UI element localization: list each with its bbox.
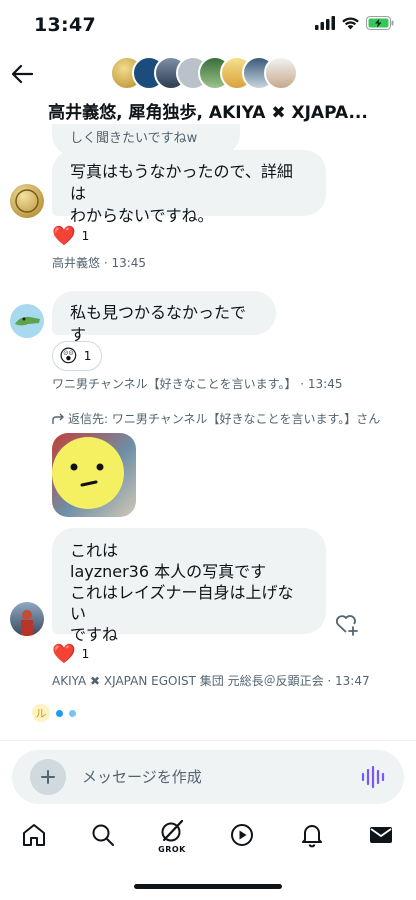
- typing-avatar: ル: [32, 704, 50, 722]
- wifi-icon: [342, 17, 359, 30]
- grok-label: GROK: [158, 845, 186, 854]
- status-time: 13:47: [34, 14, 96, 36]
- message-meta: ワニ男チャンネル【好きなことを言います。】 · 13:45: [52, 377, 343, 391]
- composer-area: [0, 740, 416, 812]
- person-photo-icon: [21, 610, 33, 636]
- add-media-button[interactable]: [30, 759, 66, 795]
- message-list[interactable]: しく聞きたいですねw 写真はもうなかったので、詳細は わからないですね。 ❤️ …: [0, 124, 416, 740]
- reaction-count: 1: [81, 646, 90, 661]
- message-text-line: layzner36 本人の写真です: [70, 562, 267, 581]
- message-text-line: わからないですね。: [70, 206, 214, 225]
- astonished-face-icon: 😲: [59, 345, 78, 367]
- tab-grok[interactable]: GROK: [152, 818, 192, 862]
- plus-icon: [41, 770, 55, 784]
- arrow-left-icon: [11, 64, 33, 84]
- message-meta: AKIYA ✖ XJAPAN EGOIST 集団 元総長＠反顕正会 · 13:4…: [52, 674, 370, 688]
- kanji-seal-icon: [15, 189, 39, 213]
- reaction[interactable]: 😲 1: [52, 341, 103, 371]
- typing-dot: [56, 709, 63, 717]
- message-text-line: これはレイズナー自身は上げない: [70, 583, 294, 623]
- mail-icon: [370, 827, 392, 843]
- reaction[interactable]: ❤️ 1: [52, 224, 89, 247]
- message-text-line: 写真はもうなかったので、詳細は: [70, 162, 293, 203]
- group-name[interactable]: 高井義悠, 犀角独歩, AKIYA ✖ XJAPA...: [0, 98, 416, 123]
- message-text-line: ですね: [70, 625, 119, 644]
- attached-photo[interactable]: [52, 433, 136, 517]
- typing-indicator: ル: [32, 704, 76, 722]
- message-input[interactable]: [82, 766, 342, 788]
- bell-icon: [302, 825, 322, 848]
- status-bar: 13:47: [0, 0, 416, 52]
- message-bubble[interactable]: 私も見つかるなかったです: [52, 291, 276, 344]
- home-indicator: [134, 884, 282, 889]
- crocodile-icon: [15, 316, 40, 326]
- tab-messages[interactable]: [361, 822, 401, 866]
- avatar-8: [264, 56, 298, 90]
- message-text-line: これは: [70, 541, 119, 560]
- add-reaction-icon[interactable]: [334, 611, 360, 637]
- group-avatar-stack[interactable]: [110, 56, 310, 92]
- signal-icon: [315, 16, 335, 30]
- reply-to-text: 返信先: ワニ男チャンネル【好きなことを言います。】さん: [68, 412, 381, 426]
- heart-icon: ❤️: [52, 643, 76, 665]
- heart-icon: ❤️: [52, 225, 76, 247]
- reaction[interactable]: ❤️ 1: [52, 642, 89, 665]
- message-meta: 高井義悠 · 13:45: [52, 256, 147, 270]
- avatar[interactable]: [10, 304, 44, 338]
- reaction-count: 1: [83, 349, 92, 363]
- tab-notifications[interactable]: [292, 822, 332, 866]
- search-icon: [92, 824, 114, 846]
- tab-video[interactable]: [222, 822, 262, 866]
- reply-to-label[interactable]: 返信先: ワニ男チャンネル【好きなことを言います。】さん: [52, 410, 380, 427]
- typing-dot: [69, 709, 76, 717]
- message-composer[interactable]: [12, 750, 404, 804]
- avatar[interactable]: [10, 602, 44, 636]
- tab-bar: GROK: [0, 812, 416, 872]
- home-icon: [23, 824, 45, 846]
- play-icon: [231, 824, 253, 846]
- grok-icon: [161, 819, 184, 842]
- battery-charging-icon: [366, 16, 394, 30]
- reaction-count: 1: [81, 228, 90, 243]
- back-button[interactable]: [8, 60, 36, 88]
- message-bubble[interactable]: 写真はもうなかったので、詳細は わからないですね。: [52, 150, 326, 225]
- tab-search[interactable]: [83, 822, 123, 866]
- conversation-header: 高井義悠, 犀角独歩, AKIYA ✖ XJAPA...: [0, 52, 416, 124]
- face-sticker-icon: [52, 437, 124, 509]
- voice-waveform-icon[interactable]: [360, 764, 386, 790]
- message-bubble[interactable]: これは layzner36 本人の写真です これはレイズナー自身は上げない です…: [52, 528, 326, 644]
- avatar[interactable]: [10, 184, 44, 218]
- reply-arrow-icon: [52, 413, 64, 424]
- tab-home[interactable]: [14, 822, 54, 866]
- status-icons: [315, 16, 394, 30]
